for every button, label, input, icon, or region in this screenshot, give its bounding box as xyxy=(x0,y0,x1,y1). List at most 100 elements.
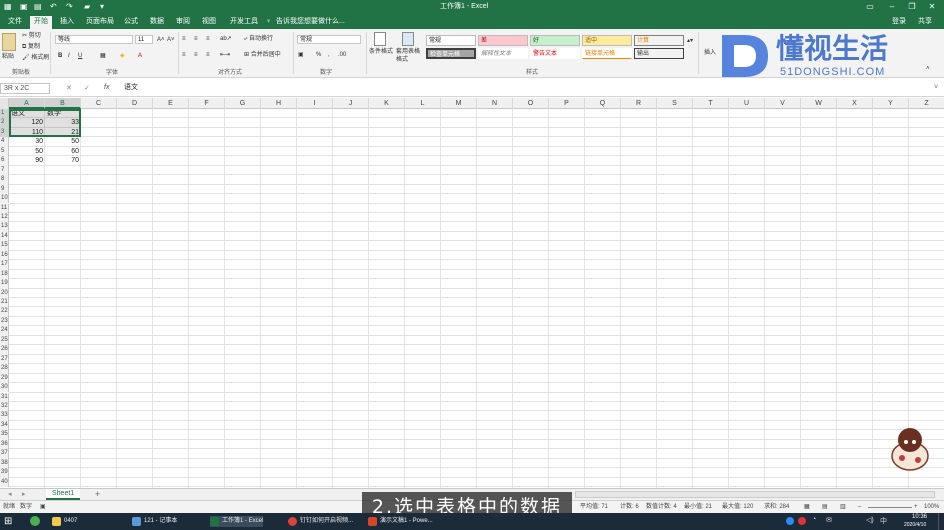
bold-button[interactable]: B xyxy=(58,52,62,60)
row-header-13[interactable]: 13 xyxy=(0,222,9,232)
italic-button[interactable]: I xyxy=(68,52,70,60)
style-normal[interactable]: 常规 xyxy=(426,35,476,46)
tab-formulas[interactable]: 公式 xyxy=(120,17,142,27)
zoom-out-icon[interactable]: – xyxy=(858,503,861,512)
row-header-36[interactable]: 36 xyxy=(0,439,9,450)
font-size-combo[interactable]: 11 xyxy=(135,35,153,44)
column-header-f[interactable]: F xyxy=(189,98,225,109)
style-explanatory[interactable]: 解释性文本 xyxy=(478,48,528,59)
row-header-11[interactable]: 11 xyxy=(0,203,9,213)
maximize-button[interactable]: ❐ xyxy=(904,2,920,12)
decimal-icon[interactable]: .00 xyxy=(338,51,346,59)
column-header-u[interactable]: U xyxy=(729,98,765,109)
row-header-3[interactable]: 3 xyxy=(0,127,9,138)
border-icon[interactable]: ▦ xyxy=(100,52,106,60)
taskbar-app-icon[interactable] xyxy=(30,516,40,526)
login-link[interactable]: 登录 xyxy=(888,17,910,27)
column-header-g[interactable]: G xyxy=(225,98,261,109)
column-header-v[interactable]: V xyxy=(765,98,801,109)
redo-icon[interactable]: ↷ xyxy=(66,2,73,12)
row-header-10[interactable]: 10 xyxy=(0,194,9,204)
new-file-icon[interactable]: ▤ xyxy=(34,2,42,12)
tab-page-layout[interactable]: 页面布局 xyxy=(82,17,118,27)
underline-button[interactable]: U xyxy=(78,52,82,60)
column-header-d[interactable]: D xyxy=(117,98,153,109)
row-header-19[interactable]: 19 xyxy=(0,279,9,289)
column-header-y[interactable]: Y xyxy=(873,98,909,109)
tray-app-icon[interactable] xyxy=(798,517,806,525)
column-header-j[interactable]: J xyxy=(333,98,369,109)
prev-sheet-icon[interactable]: ◂ xyxy=(8,490,12,498)
ribbon-display-icon[interactable]: ▭ xyxy=(862,2,878,12)
volume-icon[interactable]: ◁) xyxy=(866,516,874,524)
horizontal-scrollbar[interactable] xyxy=(575,491,935,498)
data-cell[interactable]: 90 xyxy=(9,156,45,165)
row-header-35[interactable]: 35 xyxy=(0,430,9,440)
selection-range[interactable] xyxy=(9,109,81,138)
style-warning[interactable]: 警告文本 xyxy=(530,48,580,59)
customize-toolbar-icon[interactable]: ▾ xyxy=(100,2,104,12)
chat-icon[interactable]: ✉ xyxy=(826,516,832,524)
column-header-k[interactable]: K xyxy=(369,98,405,109)
row-header-32[interactable]: 32 xyxy=(0,401,9,412)
tray-app-icon[interactable] xyxy=(786,517,794,525)
tab-file[interactable]: 文件 xyxy=(4,17,26,27)
column-header-e[interactable]: E xyxy=(153,98,189,109)
zoom-in-icon[interactable]: + xyxy=(914,503,918,512)
open-folder-icon[interactable]: ▰ xyxy=(84,2,90,12)
close-button[interactable]: ✕ xyxy=(924,2,940,12)
align-center-icon[interactable]: ≡ xyxy=(194,51,198,59)
macro-record-icon[interactable]: ▣ xyxy=(40,503,46,512)
tab-view[interactable]: 视图 xyxy=(198,17,220,27)
insert-function-icon[interactable]: fx xyxy=(104,84,109,91)
row-header-9[interactable]: 9 xyxy=(0,184,9,195)
align-top-icon[interactable]: ≡ xyxy=(182,35,186,43)
font-shrink-icon[interactable]: A˅ xyxy=(167,36,175,44)
data-cell[interactable]: 50 xyxy=(45,137,81,146)
taskbar-item-folder[interactable]: 0407 xyxy=(52,516,77,527)
row-header-6[interactable]: 6 xyxy=(0,156,9,166)
row-header-2[interactable]: 2 xyxy=(0,118,9,128)
sheet-tab-sheet1[interactable]: Sheet1 xyxy=(46,489,81,500)
name-box[interactable]: 3R x 2C xyxy=(0,83,50,94)
column-header-w[interactable]: W xyxy=(801,98,837,109)
taskbar-item-notepad[interactable]: 121 - 记事本 xyxy=(132,516,177,527)
row-header-37[interactable]: 37 xyxy=(0,449,9,459)
merge-center-button[interactable]: ⊞ 合并后居中 xyxy=(244,51,281,59)
row-header-25[interactable]: 25 xyxy=(0,335,9,346)
cut-button[interactable]: ✂ 剪切 xyxy=(22,32,41,40)
row-header-28[interactable]: 28 xyxy=(0,364,9,374)
align-left-icon[interactable]: ≡ xyxy=(182,51,186,59)
add-sheet-button[interactable]: + xyxy=(95,489,100,500)
style-check-cell[interactable]: 检查单元格 xyxy=(426,48,476,59)
column-header-l[interactable]: L xyxy=(405,98,441,109)
row-header-1[interactable]: 1 xyxy=(0,109,9,119)
share-button[interactable]: 共享 xyxy=(914,17,936,27)
clock-date[interactable]: 2020/4/10 xyxy=(904,522,926,528)
style-bad[interactable]: 差 xyxy=(478,35,528,46)
enter-icon[interactable]: ✓ xyxy=(84,84,90,92)
row-header-12[interactable]: 12 xyxy=(0,212,9,223)
zoom-slider[interactable] xyxy=(868,507,912,508)
style-calculation[interactable]: 计算 xyxy=(634,35,684,46)
font-color-icon[interactable]: A xyxy=(138,52,142,60)
save-icon[interactable]: ▣ xyxy=(20,2,28,12)
row-header-17[interactable]: 17 xyxy=(0,260,9,270)
format-painter-button[interactable]: 🖌 格式刷 xyxy=(22,54,49,62)
conditional-format-button[interactable]: 条件格式 xyxy=(369,48,393,56)
row-header-18[interactable]: 18 xyxy=(0,269,9,280)
spreadsheet-grid[interactable]: ABCDEFGHIJKLMNOPQRSTUVWXYZ 1 2 3 4 5 6 7 8 9 10 11… xyxy=(0,98,944,488)
tab-review[interactable]: 审阅 xyxy=(172,17,194,27)
column-header-s[interactable]: S xyxy=(657,98,693,109)
normal-view-icon[interactable]: ▦ xyxy=(804,503,810,512)
number-format-combo[interactable]: 常规 xyxy=(297,35,361,44)
table-format-button[interactable]: 套用表格格式 xyxy=(396,48,422,64)
row-header-14[interactable]: 14 xyxy=(0,231,9,242)
tab-data[interactable]: 数据 xyxy=(146,17,168,27)
row-header-38[interactable]: 38 xyxy=(0,458,9,469)
minimize-button[interactable]: – xyxy=(884,2,900,12)
formula-input[interactable]: 语文 xyxy=(124,83,138,93)
accounting-icon[interactable]: ▣ xyxy=(298,51,304,59)
column-header-t[interactable]: T xyxy=(693,98,729,109)
row-header-8[interactable]: 8 xyxy=(0,175,9,185)
